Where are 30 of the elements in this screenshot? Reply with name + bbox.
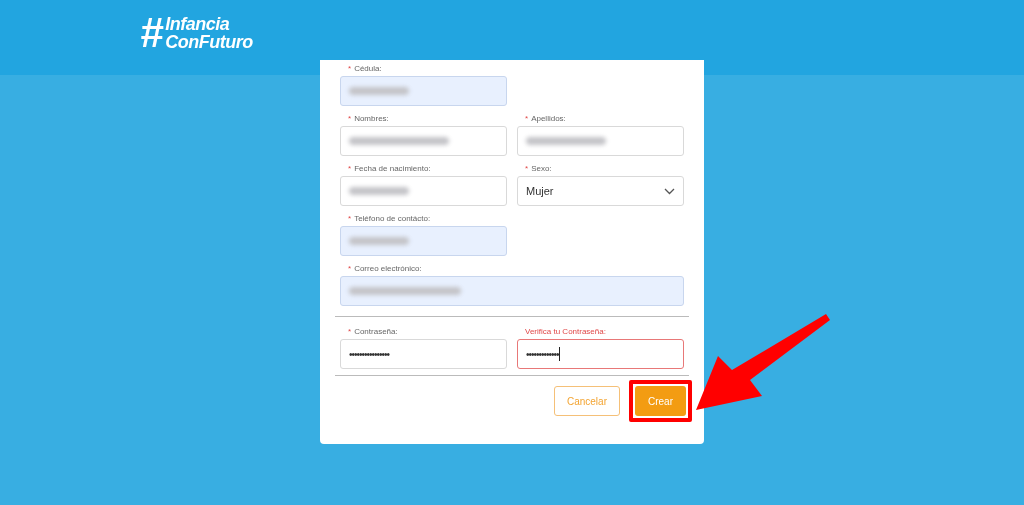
- field-label: Verifica tu Contraseña:: [524, 326, 607, 338]
- required-asterisk: *: [348, 327, 352, 336]
- input-field[interactable]: [517, 126, 684, 156]
- password-field[interactable]: •••••••••••••: [517, 339, 684, 369]
- field-label: * Sexo:: [524, 163, 553, 175]
- required-asterisk: *: [348, 164, 352, 173]
- input-field[interactable]: [340, 226, 507, 256]
- input-field[interactable]: [340, 176, 507, 206]
- select-field[interactable]: Mujer: [517, 176, 684, 206]
- required-asterisk: *: [348, 64, 352, 73]
- required-asterisk: *: [348, 114, 352, 123]
- field-label: * Fecha de nacimiento:: [347, 163, 432, 175]
- field-label: * Nombres:: [347, 113, 390, 125]
- input-field[interactable]: [340, 126, 507, 156]
- field-label: * Teléfono de contácto:: [347, 213, 432, 225]
- logo-hash: #: [140, 12, 164, 54]
- field-label: * Apellidos:: [524, 113, 567, 125]
- required-asterisk: *: [348, 264, 352, 273]
- field-label: * Correo electrónico:: [347, 263, 423, 275]
- chevron-down-icon: [664, 187, 675, 195]
- password-field[interactable]: ••••••••••••••••: [340, 339, 507, 369]
- required-asterisk: *: [525, 164, 529, 173]
- logo-text: ConFuturo: [165, 33, 253, 51]
- input-field[interactable]: [340, 276, 684, 306]
- field-label: * Contraseña:: [347, 326, 399, 338]
- required-asterisk: *: [525, 114, 529, 123]
- logo-text: Infancia: [165, 15, 231, 33]
- required-asterisk: *: [348, 214, 352, 223]
- field-label: * Cédula:: [347, 63, 383, 75]
- input-field[interactable]: [340, 76, 507, 106]
